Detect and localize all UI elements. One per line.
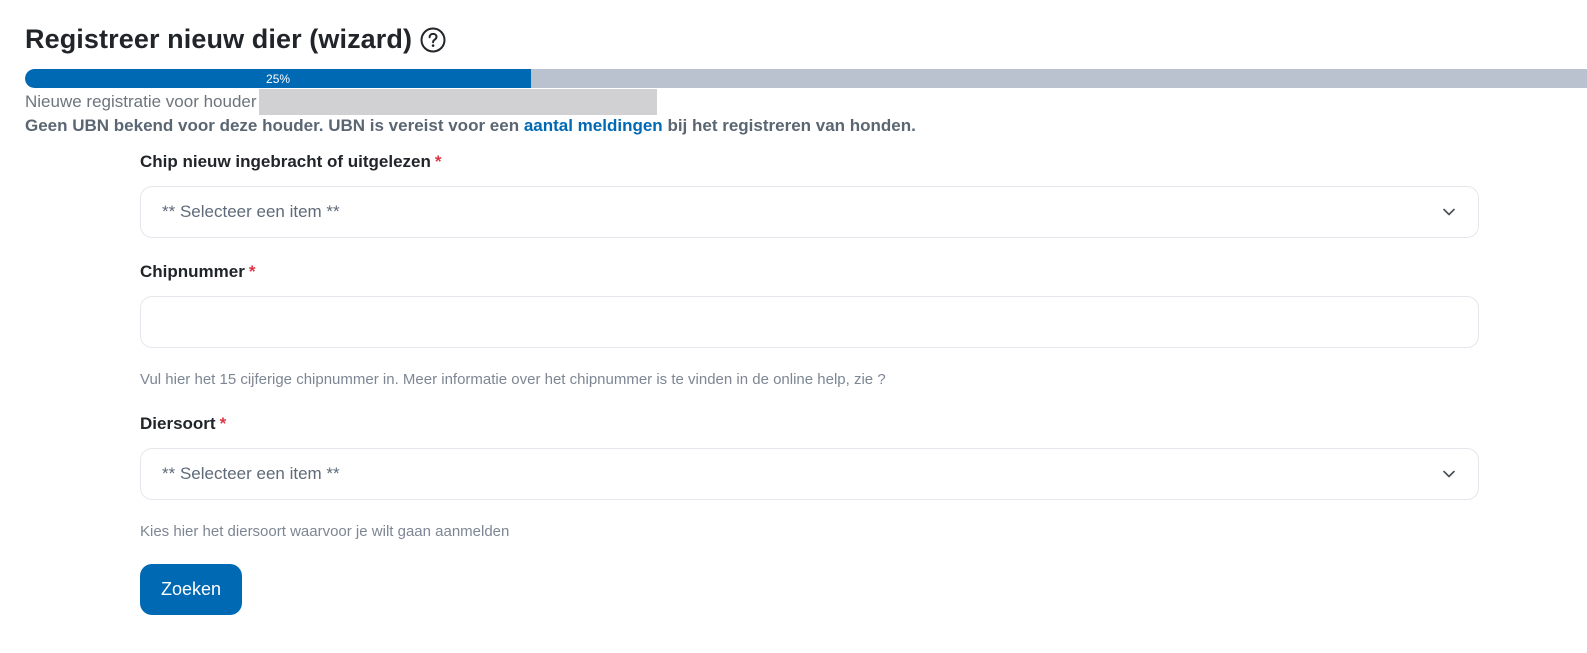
required-mark: *	[248, 262, 256, 281]
holder-line: Nieuwe registratie voor houder	[25, 89, 657, 115]
species-selected: ** Selecteer een item **	[162, 464, 340, 483]
question-circle-icon[interactable]	[420, 27, 446, 53]
species-hint: Kies hier het diersoort waarvoor je wilt…	[140, 523, 510, 540]
required-mark: *	[219, 414, 227, 433]
chip-inserted-label: Chip nieuw ingebracht of uitgelezen *	[140, 152, 442, 171]
chevron-down-icon	[1442, 467, 1456, 481]
redacted-holder-name	[258, 89, 657, 115]
search-button[interactable]: Zoeken	[140, 564, 242, 615]
page-title: Registreer nieuw dier (wizard)	[25, 24, 413, 54]
species-label: Diersoort *	[140, 414, 227, 433]
required-mark: *	[434, 152, 442, 171]
species-select[interactable]: ** Selecteer een item **	[140, 448, 1479, 500]
progress-bar: 25%	[25, 69, 1587, 88]
title-row: Registreer nieuw dier (wizard)	[25, 24, 446, 55]
chip-number-input[interactable]	[140, 296, 1479, 348]
chip-inserted-selected: ** Selecteer een item **	[162, 202, 340, 221]
chevron-down-icon	[1442, 205, 1456, 219]
ubn-text-after: bij het registreren van honden.	[667, 116, 916, 135]
chip-number-hint: Vul hier het 15 cijferige chipnummer in.…	[140, 371, 886, 388]
ubn-link[interactable]: aantal meldingen	[524, 116, 663, 135]
chip-inserted-select[interactable]: ** Selecteer een item **	[140, 186, 1479, 238]
ubn-notice: Geen UBN bekend voor deze houder. UBN is…	[25, 116, 916, 136]
holder-prefix: Nieuwe registratie voor houder	[25, 92, 257, 111]
ubn-text-before: Geen UBN bekend voor deze houder. UBN is…	[25, 116, 520, 135]
progress-fill: 25%	[25, 69, 532, 88]
chip-number-label: Chipnummer *	[140, 262, 256, 281]
progress-label: 25%	[266, 71, 291, 86]
page: Registreer nieuw dier (wizard) 25% Nieuw…	[0, 0, 1587, 653]
